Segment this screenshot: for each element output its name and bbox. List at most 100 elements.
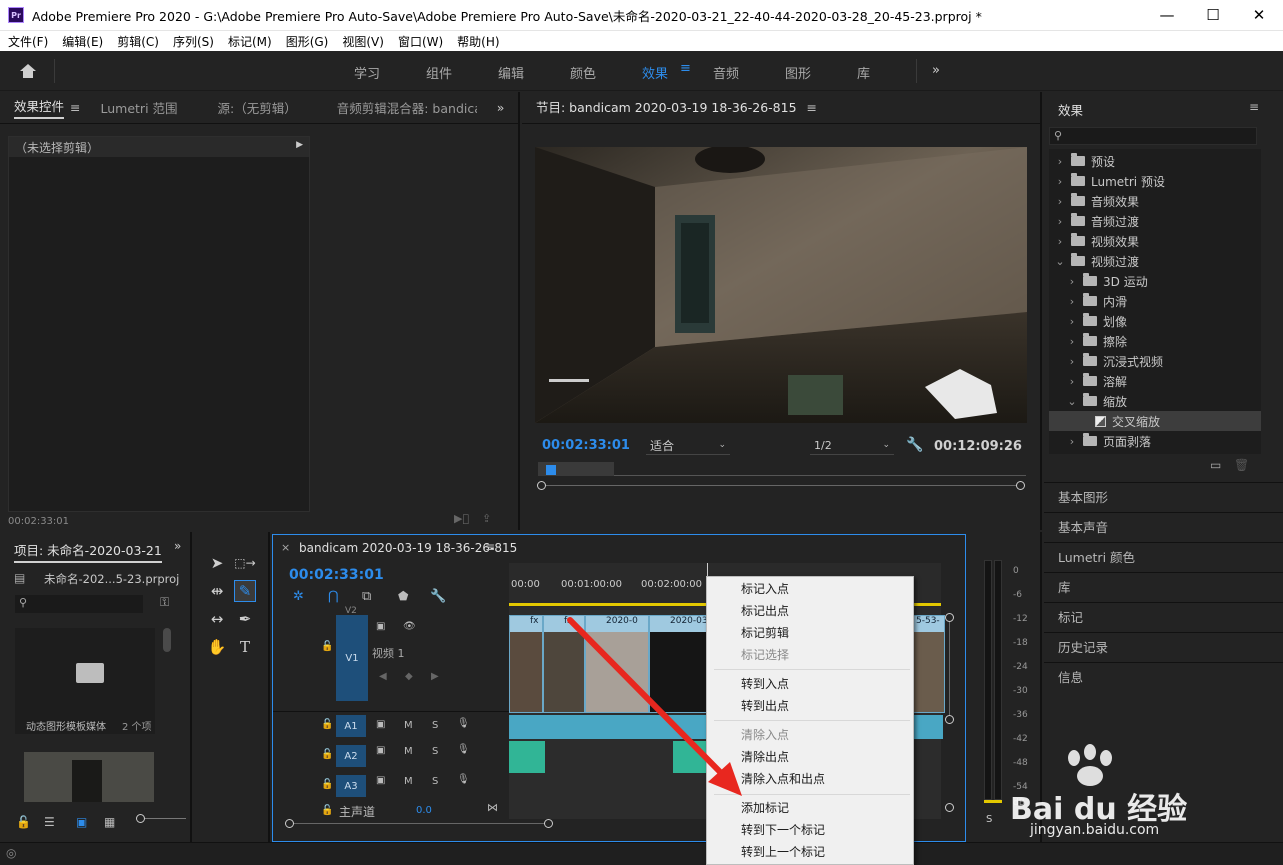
tab-lumetri-scopes[interactable]: Lumetri 范围 xyxy=(101,98,178,117)
zoom-handle-right[interactable] xyxy=(1016,481,1025,490)
ripple-edit-tool-icon[interactable]: ⇹ xyxy=(206,580,228,602)
workspace-overflow-icon[interactable]: » xyxy=(932,63,940,78)
workspace-assembly[interactable]: 组件 xyxy=(426,63,452,82)
prev-keyframe-icon[interactable]: ◀ xyxy=(379,671,387,682)
maximize-button[interactable]: ☐ xyxy=(1190,0,1236,30)
lock-icon[interactable]: 🔓 xyxy=(321,719,333,730)
wrench-icon[interactable]: 🔧 xyxy=(906,437,923,453)
project-scrollbar[interactable] xyxy=(163,628,171,652)
icon-view-icon[interactable]: ▣ xyxy=(76,815,87,829)
effects-tree-item[interactable]: › 内滑 xyxy=(1049,291,1261,311)
chevron-right-icon[interactable]: › xyxy=(1053,195,1067,208)
freeform-view-icon[interactable]: ▦ xyxy=(104,815,115,829)
export-icon[interactable]: ⇪ xyxy=(482,512,491,525)
slip-tool-icon[interactable]: ↔ xyxy=(206,608,228,630)
fit-dropdown[interactable]: 适合 ⌄ xyxy=(646,436,730,455)
camera-icon[interactable]: ▣ xyxy=(376,719,385,730)
microphone-icon[interactable]: 🎙 xyxy=(457,744,470,755)
camera-icon[interactable]: ▣ xyxy=(376,775,385,786)
chevron-right-icon[interactable]: › xyxy=(1065,275,1079,288)
menu-graphics[interactable]: 图形(G) xyxy=(278,33,335,50)
selection-tool-icon[interactable]: ➤ xyxy=(206,552,228,574)
chevron-right-icon[interactable]: › xyxy=(1065,375,1079,388)
lock-icon[interactable]: 🔓 xyxy=(321,641,333,652)
tab-effect-controls[interactable]: 效果控件 xyxy=(14,96,65,119)
workspace-color[interactable]: 颜色 xyxy=(570,63,596,82)
eye-icon[interactable]: 👁 xyxy=(403,621,416,632)
menu-markers[interactable]: 标记(M) xyxy=(220,33,278,50)
zoom-slider-handle[interactable] xyxy=(136,814,145,823)
chevron-right-icon[interactable]: › xyxy=(1065,355,1079,368)
workspace-audio[interactable]: 音频 xyxy=(713,63,739,82)
menu-clip[interactable]: 剪辑(C) xyxy=(109,33,165,50)
v-scroll-handle[interactable] xyxy=(945,613,954,622)
filter-icon[interactable]: ▶⃒ xyxy=(454,512,469,525)
effects-tree-item[interactable]: › 沉浸式视频 xyxy=(1049,351,1261,371)
pen-tool-icon[interactable]: ✒ xyxy=(234,608,256,630)
menu-file[interactable]: 文件(F) xyxy=(0,33,54,50)
zoom-handle-left[interactable] xyxy=(537,481,546,490)
lock-icon[interactable]: 🔓 xyxy=(321,749,333,760)
master-track-volume[interactable]: 0.0 xyxy=(416,805,432,816)
effects-tree-item[interactable]: › 页面剥落 xyxy=(1049,431,1261,451)
program-time-ruler[interactable] xyxy=(538,462,1026,476)
effects-tree-item[interactable]: ⌄ 缩放 xyxy=(1049,391,1261,411)
type-tool-icon[interactable]: T xyxy=(234,636,256,658)
effects-tree-item[interactable]: › 溶解 xyxy=(1049,371,1261,391)
panel-menu-icon[interactable]: ≡ xyxy=(70,100,80,115)
effects-tree-item[interactable]: › Lumetri 预设 xyxy=(1049,171,1261,191)
menu-view[interactable]: 视图(V) xyxy=(334,33,390,50)
effects-tree-item[interactable]: › 擦除 xyxy=(1049,331,1261,351)
mute-button[interactable]: M xyxy=(404,720,413,731)
workspace-graphics[interactable]: 图形 xyxy=(785,63,811,82)
h-scroll-handle-right[interactable] xyxy=(544,819,553,828)
workspace-libraries[interactable]: 库 xyxy=(857,63,870,82)
effects-tree-item[interactable]: › 3D 运动 xyxy=(1049,271,1261,291)
minimize-button[interactable]: — xyxy=(1144,0,1190,30)
menu-sequence[interactable]: 序列(S) xyxy=(165,33,220,50)
effects-menu-icon[interactable]: ≡ xyxy=(1249,100,1259,114)
effects-tree-item[interactable]: › 划像 xyxy=(1049,311,1261,331)
tab-project[interactable]: 项目: 未命名-2020-03-21 xyxy=(14,540,162,563)
effects-tree-item[interactable]: › 视频效果 xyxy=(1049,231,1261,251)
solo-button[interactable]: S xyxy=(986,814,992,825)
master-end-icon[interactable]: ⋈ xyxy=(487,801,498,814)
mute-button[interactable]: M xyxy=(404,746,413,757)
timeline-horizontal-scroll[interactable] xyxy=(289,823,549,824)
program-menu-icon[interactable]: ≡ xyxy=(807,100,817,115)
effects-tree-item[interactable]: › 音频效果 xyxy=(1049,191,1261,211)
libraries-header[interactable]: 库 xyxy=(1058,577,1071,596)
info-header[interactable]: 信息 xyxy=(1058,667,1083,686)
chevron-right-icon[interactable]: › xyxy=(1053,215,1067,228)
workspace-editing[interactable]: 编辑 xyxy=(498,63,524,82)
close-button[interactable]: ✕ xyxy=(1236,0,1282,30)
chevron-right-icon[interactable]: › xyxy=(1065,335,1079,348)
program-monitor-title[interactable]: 节目: bandicam 2020-03-19 18-36-26-815 xyxy=(536,97,797,118)
resolution-dropdown[interactable]: 1/2 ⌄ xyxy=(810,436,894,455)
timeline-timecode[interactable]: 00:02:33:01 xyxy=(289,567,384,583)
camera-icon[interactable]: ▣ xyxy=(376,621,385,632)
workspace-learn[interactable]: 学习 xyxy=(354,63,380,82)
expand-arrow-icon[interactable]: ▶ xyxy=(296,140,303,150)
tab-source[interactable]: 源:（无剪辑） xyxy=(218,98,297,117)
menu-go-to-previous-marker[interactable]: 转到上一个标记 xyxy=(712,841,912,863)
camera-icon[interactable]: ▣ xyxy=(376,745,385,756)
effects-tree-item[interactable]: 交叉缩放 xyxy=(1049,411,1261,431)
menu-go-to-next-marker[interactable]: 转到下一个标记 xyxy=(712,819,912,841)
chevron-right-icon[interactable]: › xyxy=(1053,155,1067,168)
playhead-marker[interactable] xyxy=(546,465,556,475)
delete-icon[interactable]: 🗑 xyxy=(1234,458,1249,472)
keyframe-icon[interactable]: ◆ xyxy=(405,671,413,682)
menu-help[interactable]: 帮助(H) xyxy=(449,33,505,50)
lumetri-color-header[interactable]: Lumetri 颜色 xyxy=(1058,547,1135,566)
v-scroll-handle[interactable] xyxy=(945,715,954,724)
find-icon[interactable]: ⚿ xyxy=(160,595,169,610)
video-clip[interactable]: fx xyxy=(509,615,543,713)
markers-header[interactable]: 标记 xyxy=(1058,607,1083,626)
essential-graphics-header[interactable]: 基本图形 xyxy=(1058,487,1108,506)
track-v1-target[interactable]: V1 xyxy=(336,615,368,701)
project-overflow-icon[interactable]: » xyxy=(174,539,181,553)
lock-icon[interactable]: 🔓 xyxy=(321,779,333,790)
essential-sound-header[interactable]: 基本声音 xyxy=(1058,517,1108,536)
audio-clip-a1[interactable] xyxy=(913,715,943,739)
